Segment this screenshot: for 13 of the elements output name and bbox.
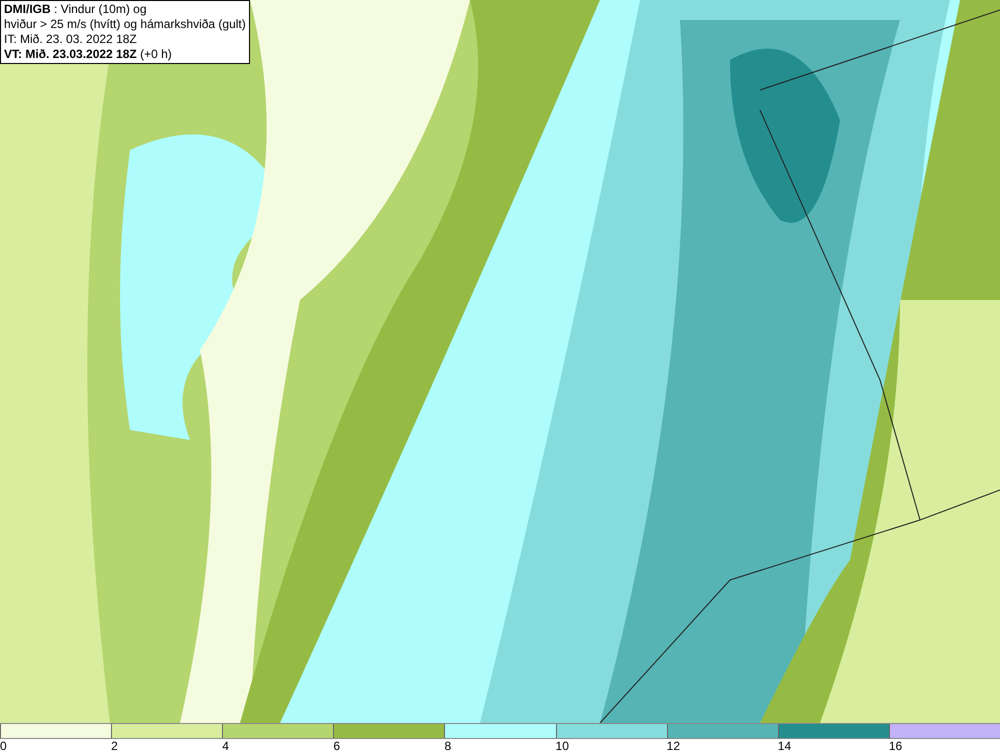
legend-tick-label: 12	[666, 739, 680, 753]
info-text: DMI/IGB : Vindur (10m) og	[4, 2, 148, 17]
legend-tick-label: 16	[888, 739, 902, 753]
info-text: IT: Mið. 23. 03. 2022 18Z	[4, 32, 138, 47]
info-text: VT: Mið. 23.03.2022 18Z (+0 h)	[4, 47, 173, 62]
legend-tick-label: 8	[444, 739, 452, 753]
legend-tick-label: 4	[222, 739, 229, 753]
legend-tick-label: 14	[778, 739, 792, 753]
info-text: hviður > 25 m/s (hvítt) og hámarkshviða (gult)	[4, 17, 246, 32]
legend-tick-label: 6	[333, 739, 340, 753]
legend-tick-label: 2	[111, 739, 118, 753]
legend-tick-label: 0	[0, 739, 7, 753]
legend-tick-label: 10	[556, 739, 569, 753]
